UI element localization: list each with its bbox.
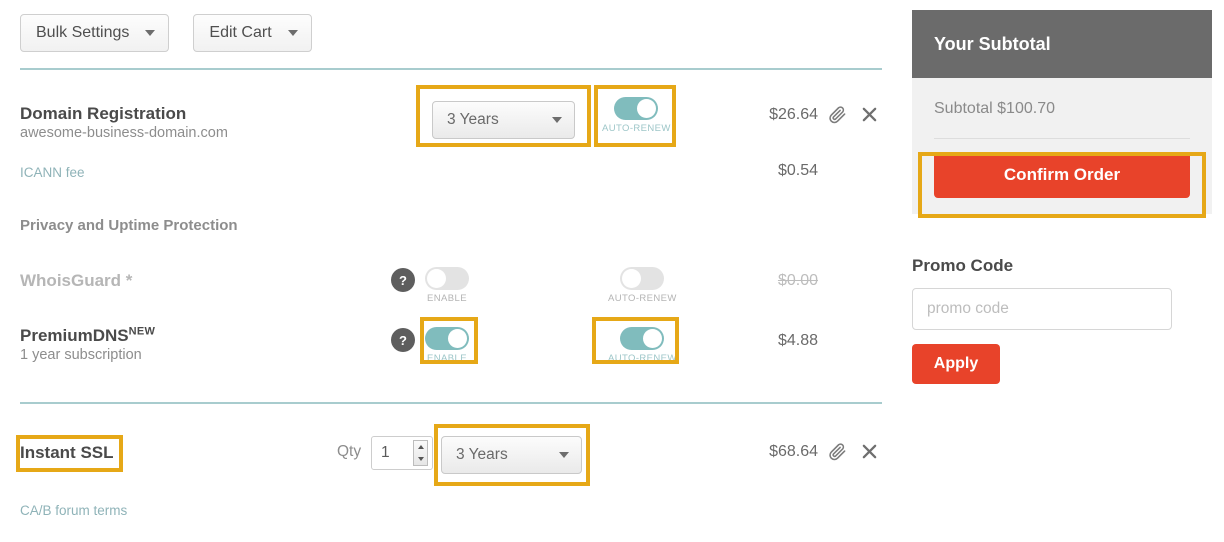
whoisguard-enable-toggle[interactable]: ENABLE xyxy=(425,267,469,304)
subtotal-amount: Subtotal $100.70 xyxy=(934,100,1190,139)
qty-value: 1 xyxy=(381,444,390,461)
confirm-order-button[interactable]: Confirm Order xyxy=(934,152,1190,198)
chevron-down-icon xyxy=(559,452,569,458)
toggle-switch-off xyxy=(620,267,665,290)
edit-cart-label: Edit Cart xyxy=(209,24,272,41)
domain-autorenew-label: AUTO-RENEW xyxy=(602,123,671,134)
toggle-switch-on xyxy=(425,327,469,350)
ssl-term-value: 3 Years xyxy=(456,446,508,463)
qty-spinner[interactable] xyxy=(413,440,428,466)
whoisguard-title: WhoisGuard * xyxy=(20,271,133,290)
cart-toolbar: Bulk Settings Edit Cart xyxy=(20,14,312,52)
ssl-title: Instant SSL xyxy=(20,443,114,462)
premiumdns-help-icon[interactable]: ? xyxy=(391,328,415,352)
premiumdns-title: PremiumDNSNEW xyxy=(20,325,156,345)
close-icon[interactable] xyxy=(861,443,878,460)
quantity-stepper[interactable]: 1 xyxy=(371,436,433,470)
order-summary-sidebar: Your Subtotal Subtotal $100.70 Confirm O… xyxy=(912,10,1212,384)
icann-fee-link[interactable]: ICANN fee xyxy=(20,165,85,180)
promo-code-title: Promo Code xyxy=(912,256,1014,275)
edit-cart-button[interactable]: Edit Cart xyxy=(193,14,312,52)
subtotal-panel-title: Your Subtotal xyxy=(934,33,1051,54)
qty-increment[interactable] xyxy=(414,441,427,453)
premiumdns-enable-label: ENABLE xyxy=(427,353,467,364)
toggle-switch-off xyxy=(425,267,469,290)
premiumdns-price: $4.88 xyxy=(777,332,818,349)
whoisguard-autorenew-toggle[interactable]: AUTO-RENEW xyxy=(608,267,677,304)
premiumdns-autorenew-label: AUTO-RENEW xyxy=(608,353,677,364)
promo-code-input[interactable] xyxy=(912,288,1172,330)
whoisguard-help-icon[interactable]: ? xyxy=(391,268,415,292)
domain-price: $26.64 xyxy=(769,106,818,123)
premiumdns-autorenew-toggle[interactable]: AUTO-RENEW xyxy=(608,327,677,364)
domain-term-value: 3 Years xyxy=(447,111,499,128)
whoisguard-enable-label: ENABLE xyxy=(427,293,467,304)
domain-name: awesome-business-domain.com xyxy=(20,125,228,142)
chevron-down-icon xyxy=(552,117,562,123)
section-divider xyxy=(20,68,882,70)
domain-term-select[interactable]: 3 Years xyxy=(432,101,575,139)
qty-label: Qty xyxy=(337,443,362,460)
bulk-settings-label: Bulk Settings xyxy=(36,24,130,41)
icann-fee-price: $0.54 xyxy=(777,162,818,179)
bulk-settings-button[interactable]: Bulk Settings xyxy=(20,14,170,52)
whoisguard-autorenew-label: AUTO-RENEW xyxy=(608,293,677,304)
domain-autorenew-toggle[interactable]: AUTO-RENEW xyxy=(602,97,671,134)
domain-title: Domain Registration xyxy=(20,104,187,123)
qty-decrement[interactable] xyxy=(414,453,427,465)
section-divider xyxy=(20,402,882,404)
toggle-switch-on xyxy=(620,327,665,350)
protection-section-header: Privacy and Uptime Protection xyxy=(20,217,238,234)
close-icon[interactable] xyxy=(861,106,878,123)
subtotal-panel-body: Subtotal $100.70 Confirm Order xyxy=(912,78,1212,214)
ssl-term-select[interactable]: 3 Years xyxy=(441,436,582,474)
whoisguard-price: $0.00 xyxy=(777,272,818,289)
cab-forum-terms-link[interactable]: CA/B forum terms xyxy=(20,503,127,518)
apply-promo-button[interactable]: Apply xyxy=(912,344,1000,384)
toggle-switch-on xyxy=(614,97,659,120)
ssl-price: $68.64 xyxy=(769,443,818,460)
premiumdns-subtitle: 1 year subscription xyxy=(20,347,142,364)
chevron-down-icon xyxy=(145,30,156,36)
paperclip-icon[interactable] xyxy=(828,442,847,461)
cart-column: Bulk Settings Edit Cart Domain Registrat… xyxy=(0,0,900,542)
paperclip-icon[interactable] xyxy=(828,105,847,124)
new-badge: NEW xyxy=(128,325,156,338)
chevron-down-icon xyxy=(287,30,298,36)
subtotal-panel-header: Your Subtotal xyxy=(912,10,1212,78)
premiumdns-enable-toggle[interactable]: ENABLE xyxy=(425,327,469,364)
